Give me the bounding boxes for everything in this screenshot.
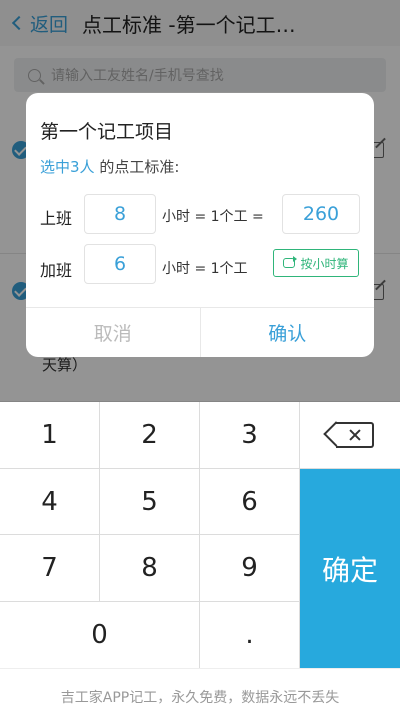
- dialog-actions: 取消 确认: [26, 307, 374, 357]
- key-1[interactable]: 1: [0, 402, 100, 469]
- footer-tagline: 吉工家APP记工，永久免费，数据永远不丢失: [0, 668, 400, 725]
- regular-hours-input[interactable]: 8: [84, 194, 156, 234]
- keypad-confirm-button[interactable]: 确定: [300, 469, 400, 668]
- overtime-unit-text: 小时 = 1个工: [162, 261, 248, 277]
- key-8[interactable]: 8: [100, 535, 200, 602]
- key-9[interactable]: 9: [200, 535, 300, 602]
- key-7[interactable]: 7: [0, 535, 100, 602]
- numeric-keypad: 1 2 3 4 5 6 7 8 9 0 . 确定: [0, 402, 400, 668]
- key-4[interactable]: 4: [0, 469, 100, 535]
- regular-shift-label: 上班: [40, 209, 73, 228]
- regular-unit-text: 小时 = 1个工 =: [162, 209, 264, 225]
- overtime-hours-input[interactable]: 6: [84, 244, 156, 284]
- key-2[interactable]: 2: [100, 402, 200, 469]
- cancel-button[interactable]: 取消: [26, 308, 201, 357]
- key-0[interactable]: 0: [0, 602, 200, 668]
- backspace-icon: [323, 421, 374, 448]
- key-6[interactable]: 6: [200, 469, 300, 535]
- by-hour-label: 按小时算: [300, 256, 349, 271]
- dialog-title: 第一个记工项目: [40, 121, 174, 143]
- regular-wage-input[interactable]: 260: [282, 194, 360, 234]
- backspace-key[interactable]: [300, 402, 400, 469]
- subtitle-text: 的点工标准:: [94, 158, 180, 176]
- by-hour-button[interactable]: 按小时算: [273, 249, 359, 277]
- dialog-subtitle: 选中3人 的点工标准:: [40, 156, 179, 177]
- key-3[interactable]: 3: [200, 402, 300, 469]
- switch-icon: [283, 256, 298, 268]
- confirm-button[interactable]: 确认: [201, 308, 375, 357]
- work-standard-dialog: 第一个记工项目 选中3人 的点工标准: 上班 8 小时 = 1个工 = 260 …: [26, 93, 374, 357]
- key-decimal[interactable]: .: [200, 602, 300, 668]
- overtime-label: 加班: [40, 261, 73, 280]
- selected-count[interactable]: 选中3人: [40, 158, 95, 176]
- key-5[interactable]: 5: [100, 469, 200, 535]
